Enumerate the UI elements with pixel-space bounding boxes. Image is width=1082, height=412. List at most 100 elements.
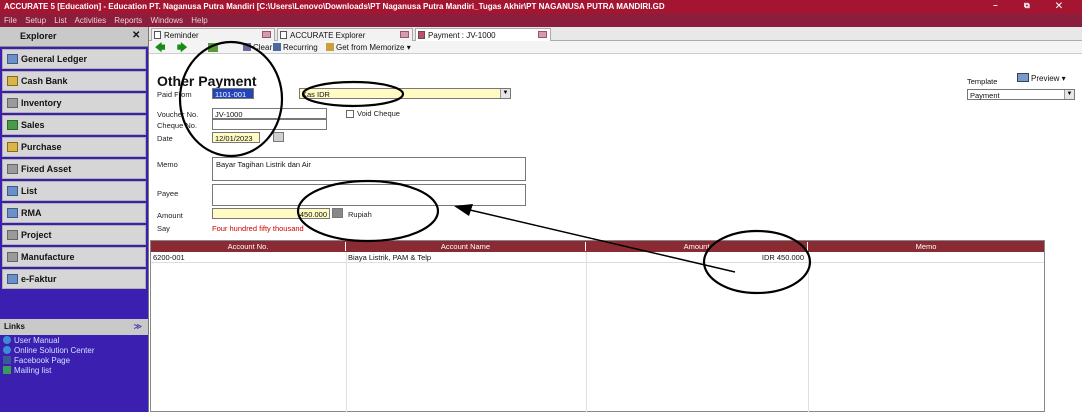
explorer-item-label: Project: [21, 230, 52, 240]
link-user-manual[interactable]: User Manual: [0, 335, 148, 345]
menu-file[interactable]: File: [4, 16, 17, 25]
purchase-icon: [7, 142, 18, 152]
explorer-item-label: Sales: [21, 120, 45, 130]
back-arrow-icon[interactable]: 🡄: [155, 41, 165, 58]
voucher-field[interactable]: JV-1000: [212, 108, 327, 119]
explorer-title: Explorer: [20, 31, 57, 41]
chevron-collapse-icon[interactable]: ≫: [134, 322, 142, 331]
clear-button[interactable]: Clear: [243, 43, 272, 52]
amount-field[interactable]: 450.000: [212, 208, 330, 219]
calendar-icon[interactable]: [273, 132, 284, 142]
cheque-label: Cheque No.: [157, 121, 198, 130]
explorer-item-label: Manufacture: [21, 252, 75, 262]
tab-accurate-explorer[interactable]: ACCURATE Explorer: [277, 28, 413, 41]
cheque-field[interactable]: [212, 119, 327, 130]
tab-bar: Reminder ACCURATE Explorer Payment : JV-…: [149, 27, 1082, 41]
void-cheque-checkbox[interactable]: [346, 110, 354, 118]
preview-button[interactable]: Preview ▾: [1017, 73, 1066, 83]
menu-reports[interactable]: Reports: [114, 16, 142, 25]
clear-label: Clear: [253, 43, 273, 52]
paid-from-code-field[interactable]: 1101-001: [212, 88, 254, 99]
forward-arrow-icon[interactable]: 🡆: [177, 41, 187, 58]
explorer-item-label: List: [21, 186, 38, 196]
explorer-item-cash-bank[interactable]: Cash Bank: [2, 71, 146, 91]
date-field[interactable]: 12/01/2023: [212, 132, 260, 143]
links-panel: User Manual Online Solution Center Faceb…: [0, 335, 148, 412]
recurring-button[interactable]: Recurring: [273, 43, 318, 52]
tab-payment[interactable]: Payment : JV-1000: [415, 28, 551, 41]
payee-field[interactable]: [212, 184, 526, 206]
memorize-label: Get from Memorize: [336, 43, 405, 52]
explorer-item-label: RMA: [21, 208, 42, 218]
explorer-item-project[interactable]: Project: [2, 225, 146, 245]
template-select[interactable]: Payment ▼: [967, 89, 1075, 100]
calculator-icon[interactable]: [332, 208, 343, 218]
menu-windows[interactable]: Windows: [151, 16, 183, 25]
grid-header: Account No. Account Name Amount Memo: [151, 241, 1044, 252]
link-online-solution-center[interactable]: Online Solution Center: [0, 345, 148, 355]
cell-account-name: Biaya Listrik, PAM & Telp: [348, 253, 432, 262]
e-faktur-icon: [7, 274, 18, 284]
page-title: Other Payment: [157, 73, 257, 89]
menu-setup[interactable]: Setup: [25, 16, 46, 25]
tab-close-icon[interactable]: [400, 31, 409, 38]
link-label: User Manual: [14, 336, 60, 345]
col-amount[interactable]: Amount: [586, 242, 808, 251]
paid-from-name-combo[interactable]: Kas IDR ▼: [299, 88, 511, 99]
project-icon: [7, 230, 18, 240]
menu-help[interactable]: Help: [191, 16, 207, 25]
explorer-item-general-ledger[interactable]: General Ledger: [2, 49, 146, 69]
explorer-item-list[interactable]: List: [2, 181, 146, 201]
explorer-header: Explorer ✕: [0, 27, 148, 47]
chevron-down-icon[interactable]: ▼: [1064, 90, 1074, 99]
app-title: ACCURATE 5 [Education] - Education PT. N…: [4, 2, 665, 11]
tab-reminder[interactable]: Reminder: [151, 28, 275, 41]
explorer-item-manufacture[interactable]: Manufacture: [2, 247, 146, 267]
template-label: Template: [967, 77, 998, 86]
recurring-label: Recurring: [283, 43, 318, 52]
template-value: Payment: [970, 91, 1000, 100]
cell-account-no: 6200-001: [153, 253, 185, 262]
chevron-down-icon[interactable]: ▼: [500, 89, 510, 98]
help-icon: [3, 336, 11, 344]
links-header[interactable]: Links ≫: [0, 319, 148, 335]
account-grid: Account No. Account Name Amount Memo 620…: [150, 240, 1045, 412]
paid-from-name-value: Kas IDR: [302, 90, 330, 99]
explorer-item-purchase[interactable]: Purchase: [2, 137, 146, 157]
amount-label: Amount: [157, 211, 183, 220]
menu-activities[interactable]: Activities: [75, 16, 107, 25]
link-mailing-list[interactable]: Mailing list: [0, 365, 148, 375]
links-title: Links: [4, 322, 25, 331]
tab-close-icon[interactable]: [538, 31, 547, 38]
col-memo[interactable]: Memo: [808, 242, 1044, 251]
memo-field[interactable]: Bayar Tagihan Listrik dan Air: [212, 157, 526, 181]
memorize-button[interactable]: Get from Memorize ▾: [326, 43, 411, 52]
manufacture-icon: [7, 252, 18, 262]
explorer-item-rma[interactable]: RMA: [2, 203, 146, 223]
inventory-icon: [7, 98, 18, 108]
grid-divider: [586, 252, 587, 412]
explorer-item-sales[interactable]: Sales: [2, 115, 146, 135]
cell-amount: IDR 450.000: [761, 253, 804, 262]
folder-icon[interactable]: [208, 43, 218, 52]
col-account-no[interactable]: Account No.: [151, 242, 346, 251]
table-row[interactable]: 6200-001 Biaya Listrik, PAM & Telp IDR 4…: [151, 252, 1044, 263]
col-account-name[interactable]: Account Name: [346, 242, 586, 251]
explorer-item-fixed-asset[interactable]: Fixed Asset: [2, 159, 146, 179]
explorer-item-label: Inventory: [21, 98, 62, 108]
explorer-item-label: Cash Bank: [21, 76, 68, 86]
title-bar: ACCURATE 5 [Education] - Education PT. N…: [0, 0, 1082, 14]
void-cheque-label: Void Cheque: [357, 109, 400, 118]
explorer-item-e-faktur[interactable]: e-Faktur: [2, 269, 146, 289]
tab-close-icon[interactable]: [262, 31, 271, 38]
memorize-icon: [326, 43, 334, 51]
explorer-item-inventory[interactable]: Inventory: [2, 93, 146, 113]
paid-from-label: Paid From: [157, 90, 192, 99]
menu-list[interactable]: List: [54, 16, 66, 25]
link-facebook-page[interactable]: Facebook Page: [0, 355, 148, 365]
preview-label: Preview: [1031, 74, 1060, 83]
window-controls[interactable]: – ⧉ ✕: [993, 1, 1074, 11]
tab-label: Reminder: [164, 31, 199, 40]
explorer-close-icon[interactable]: ✕: [132, 30, 140, 41]
payment-icon: [418, 31, 425, 39]
